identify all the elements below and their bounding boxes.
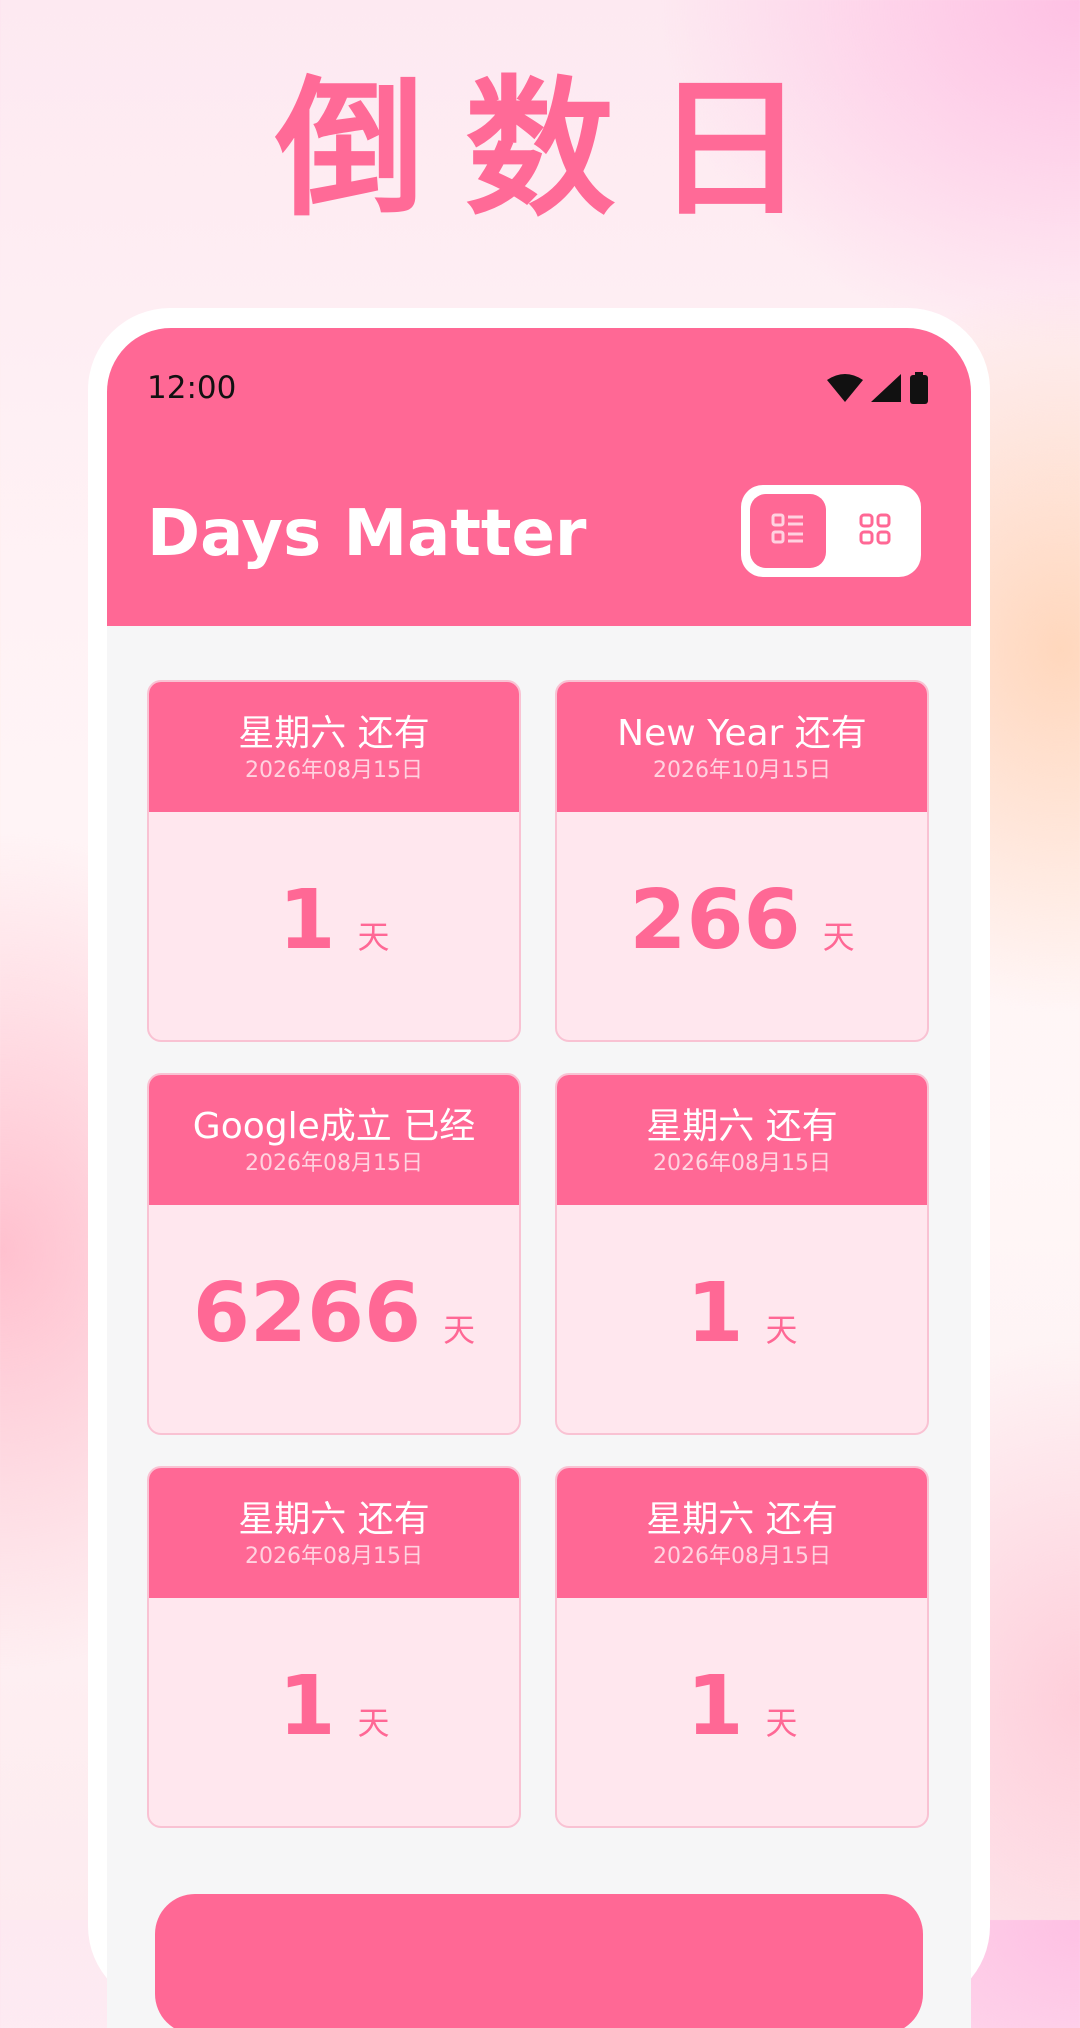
day-count: 1 <box>278 1659 336 1754</box>
day-unit: 天 <box>822 918 855 956</box>
card-date: 2026年08月15日 <box>245 758 423 783</box>
countdown-card[interactable]: Google成立 已经 2026年08月15日 6266 天 <box>147 1073 521 1435</box>
card-body: 1 天 <box>149 812 519 1040</box>
battery-icon <box>909 372 929 408</box>
countdown-card[interactable]: 星期六 还有 2026年08月15日 1 天 <box>555 1466 929 1828</box>
day-unit: 天 <box>765 1704 798 1742</box>
card-date: 2026年08月15日 <box>653 1544 831 1569</box>
card-header: Google成立 已经 2026年08月15日 <box>149 1075 519 1205</box>
signal-icon <box>871 374 901 406</box>
card-header: 星期六 还有 2026年08月15日 <box>557 1468 927 1598</box>
day-count: 6266 <box>192 1266 422 1361</box>
countdown-card[interactable]: New Year 还有 2026年10月15日 266 天 <box>555 680 929 1042</box>
grid-view-button[interactable] <box>837 494 913 568</box>
hero-title: 倒数日 <box>274 63 845 237</box>
app-title: Days Matter <box>147 497 587 571</box>
card-date: 2026年08月15日 <box>245 1544 423 1569</box>
card-date: 2026年08月15日 <box>653 1151 831 1176</box>
day-unit: 天 <box>357 1704 390 1742</box>
card-header: 星期六 还有 2026年08月15日 <box>557 1075 927 1205</box>
countdown-card[interactable]: 星期六 还有 2026年08月15日 1 天 <box>147 1466 521 1828</box>
card-body: 1 天 <box>557 1205 927 1433</box>
day-unit: 天 <box>443 1311 476 1349</box>
card-header: 星期六 还有 2026年08月15日 <box>149 1468 519 1598</box>
card-body: 6266 天 <box>149 1205 519 1433</box>
card-header: 星期六 还有 2026年08月15日 <box>149 682 519 812</box>
card-title: Google成立 已经 <box>192 1106 476 1147</box>
card-body: 1 天 <box>149 1598 519 1826</box>
view-toggle <box>741 485 921 577</box>
wifi-icon <box>827 374 863 406</box>
bottom-action-button[interactable] <box>155 1894 923 2028</box>
day-unit: 天 <box>765 1311 798 1349</box>
list-view-icon <box>771 512 805 550</box>
status-icons <box>827 372 929 408</box>
countdown-card[interactable]: 星期六 还有 2026年08月15日 1 天 <box>147 680 521 1042</box>
card-title: 星期六 还有 <box>646 1499 838 1540</box>
card-date: 2026年10月15日 <box>653 758 831 783</box>
card-title: 星期六 还有 <box>238 713 430 754</box>
app-header: 12:00 Days Matter <box>107 328 971 626</box>
day-count: 266 <box>629 873 801 968</box>
phone-screen: 12:00 Days Matter 星期六 还有 2026年08月15日 1 天… <box>107 328 971 2028</box>
card-body: 266 天 <box>557 812 927 1040</box>
day-count: 1 <box>278 873 336 968</box>
day-count: 1 <box>686 1266 744 1361</box>
day-unit: 天 <box>357 918 390 956</box>
grid-view-icon <box>858 512 892 550</box>
countdown-card[interactable]: 星期六 还有 2026年08月15日 1 天 <box>555 1073 929 1435</box>
status-time: 12:00 <box>147 370 237 406</box>
list-view-button[interactable] <box>750 494 826 568</box>
card-title: New Year 还有 <box>617 713 867 754</box>
day-count: 1 <box>686 1659 744 1754</box>
card-header: New Year 还有 2026年10月15日 <box>557 682 927 812</box>
card-body: 1 天 <box>557 1598 927 1826</box>
card-title: 星期六 还有 <box>238 1499 430 1540</box>
card-title: 星期六 还有 <box>646 1106 838 1147</box>
card-date: 2026年08月15日 <box>245 1151 423 1176</box>
